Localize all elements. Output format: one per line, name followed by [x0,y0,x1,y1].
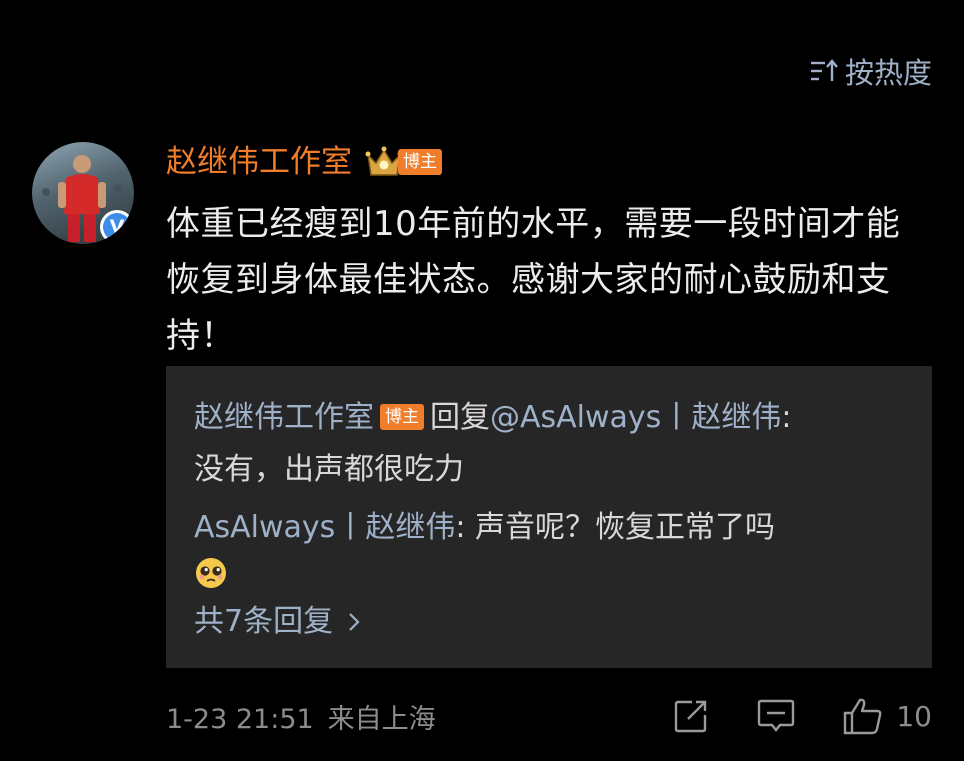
avatar[interactable]: V [32,142,134,244]
comment-text: 体重已经瘦到10年前的水平，需要一段时间才能恢复到身体最佳状态。感谢大家的耐心鼓… [166,204,901,356]
reply-to-mention[interactable]: @AsAlways丨赵继伟 [490,400,781,435]
comment-icon [758,699,795,732]
reply-text: 声音呢？恢复正常了吗 [474,510,775,545]
reply-author[interactable]: AsAlways丨赵继伟 [194,510,455,545]
thumbs-up-icon [844,698,882,735]
author-badge: 博主 [380,404,424,430]
sort-by-hot-button[interactable]: 按热度 [809,50,932,92]
reply-button[interactable] [756,697,796,735]
replies-panel[interactable]: 赵继伟工作室 博主 回复@AsAlways丨赵继伟: 没有，出声都很吃力 AsAlw… [166,366,932,668]
reply-author[interactable]: 赵继伟工作室 [194,400,374,435]
sort-label: 按热度 [844,56,932,90]
more-replies-label: 共7条回复 [194,604,334,639]
verified-icon: V [100,210,134,244]
comment-location: 来自上海 [327,703,436,735]
reply-to-prefix: 回复 [430,400,490,435]
view-more-replies-link[interactable]: 共7条回复 [194,602,906,642]
comment-footer: 1-23 21:51 来自上海 10 [166,692,932,740]
comment-timestamp: 1-23 21:51 [166,703,314,735]
pleading-face-emoji-icon [196,558,226,588]
share-icon [675,700,707,733]
like-button[interactable]: 10 [842,696,932,736]
author-badge: 博主 [398,149,442,175]
reply-text: 没有，出声都很吃力 [194,452,464,487]
share-button[interactable] [672,697,710,735]
reply-item[interactable]: 赵继伟工作室 博主 回复@AsAlways丨赵继伟: 没有，出声都很吃力 [194,392,906,496]
chevron-right-icon [349,613,360,631]
comment-author[interactable]: 赵继伟工作室 [166,142,352,182]
like-count: 10 [896,699,932,733]
reply-item[interactable]: AsAlways丨赵继伟: 声音呢？恢复正常了吗 [194,502,906,590]
comment-meta: 1-23 21:51 来自上海 [166,697,436,736]
sort-icon [809,58,839,84]
